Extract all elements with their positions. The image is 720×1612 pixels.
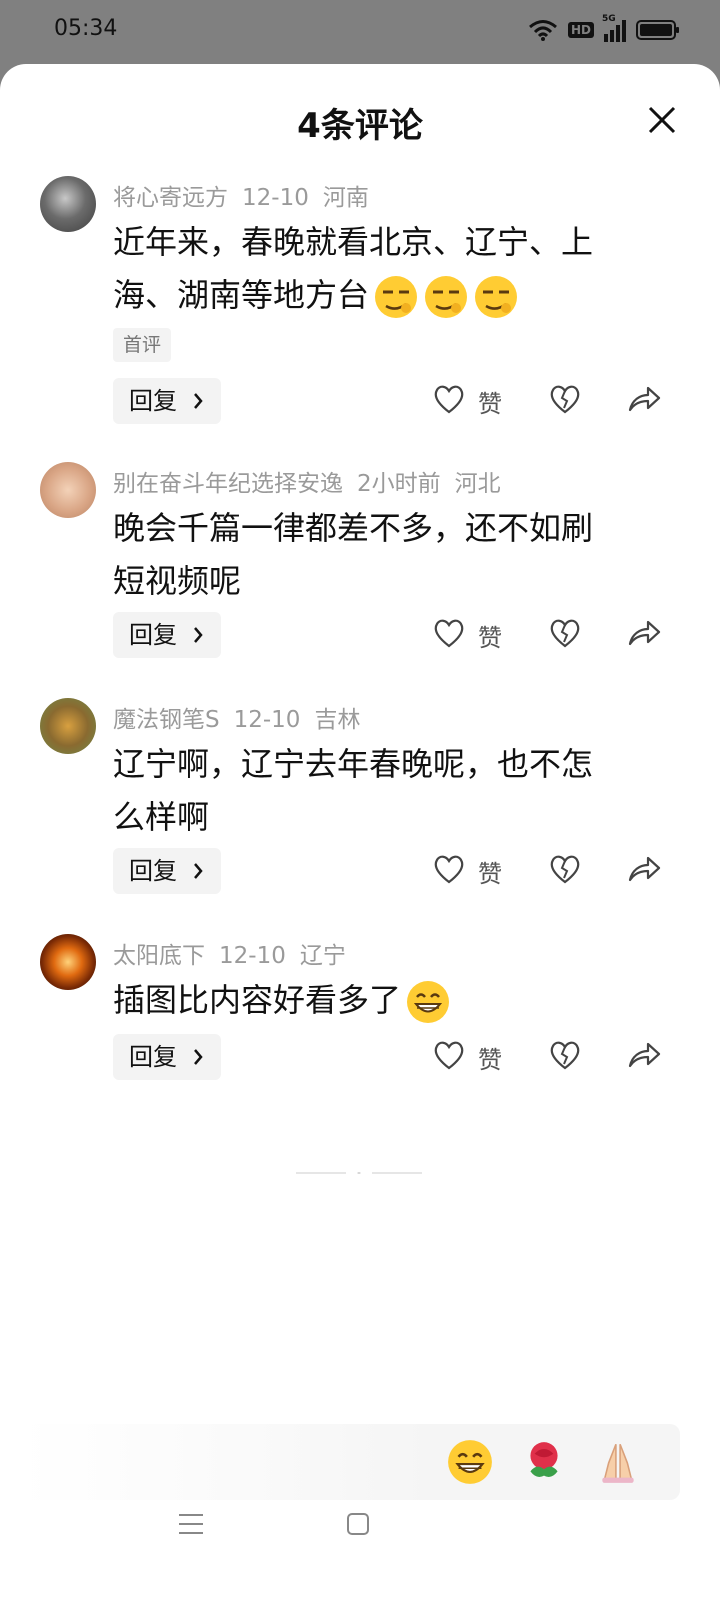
comment-location: 河北 [454, 471, 501, 497]
reply-button[interactable]: 回复 [113, 612, 221, 658]
username[interactable]: 别在奋斗年纪选择安逸 [113, 471, 343, 497]
comment-text-line: 辽宁啊，辽宁去年春晚呢，也不怎 [113, 745, 594, 783]
chevron-right-icon [194, 627, 203, 643]
heart-icon[interactable] [432, 382, 466, 416]
battery-icon [636, 20, 679, 40]
grin-emoji [407, 981, 450, 1023]
username[interactable]: 魔法钢笔S [113, 707, 220, 733]
status-time: 05:34 [54, 16, 118, 41]
comment-meta: 别在奋斗年纪选择安逸 2小时前 河北 [113, 464, 515, 498]
status-bar: 05:34 HD 5G [0, 0, 720, 64]
broken-heart-icon[interactable] [548, 382, 582, 416]
comment-location: 河南 [322, 185, 369, 211]
smirk-glasses-emoji [475, 276, 518, 318]
menu-icon[interactable] [178, 1512, 204, 1536]
share-icon[interactable] [626, 1038, 662, 1072]
pray-emoji[interactable] [594, 1438, 642, 1486]
chevron-right-icon [194, 1049, 203, 1065]
broken-heart-icon[interactable] [548, 852, 582, 886]
heart-icon[interactable] [432, 852, 466, 886]
system-nav-bar [0, 1500, 720, 1612]
broken-heart-icon[interactable] [548, 616, 582, 650]
share-icon[interactable] [626, 616, 662, 650]
comment-text-line: 短视频呢 [113, 562, 242, 600]
comment-text-line-2: 海、湖南等地方台 [113, 269, 653, 322]
reply-button[interactable]: 回复 [113, 848, 221, 894]
comment-text-line: 插图比内容好看多了 [113, 981, 402, 1019]
comment-text: 辽宁啊，辽宁去年春晚呢，也不怎 么样啊 [113, 738, 653, 844]
reply-label: 回复 [129, 621, 177, 649]
comment-date: 12-10 [233, 707, 301, 733]
network-label: 5G [602, 14, 616, 24]
close-icon[interactable] [642, 100, 682, 140]
smirk-glasses-emoji [425, 276, 468, 318]
reply-button[interactable]: 回复 [113, 378, 221, 424]
heart-icon[interactable] [432, 1038, 466, 1072]
comment-text-line: 晚会千篇一律都差不多，还不如刷 [113, 509, 594, 547]
heart-icon[interactable] [432, 616, 466, 650]
comment-date: 12-10 [242, 185, 309, 211]
like-label[interactable]: 赞 [478, 384, 502, 419]
home-icon[interactable] [346, 1512, 370, 1536]
comment-location: 吉林 [314, 707, 361, 733]
broken-heart-icon[interactable] [548, 1038, 582, 1072]
rose-emoji[interactable] [520, 1438, 568, 1486]
sheet-title: 4条评论 [297, 106, 423, 146]
avatar[interactable] [40, 176, 96, 232]
like-label[interactable]: 赞 [478, 1040, 502, 1075]
comment-text-line: 么样啊 [113, 798, 210, 836]
comment-text-line: 海、湖南等地方台 [113, 276, 370, 314]
comment-input-bar[interactable] [20, 1424, 680, 1500]
username[interactable]: 将心寄远方 [113, 185, 228, 211]
username[interactable]: 太阳底下 [113, 943, 205, 969]
reply-label: 回复 [129, 1043, 177, 1071]
share-icon[interactable] [626, 382, 662, 416]
comment-location: 辽宁 [299, 943, 346, 969]
like-label[interactable]: 赞 [478, 618, 502, 653]
comments-sheet: 4条评论 将心寄远方 12-10 河南 近年来，春晚就看北京、辽宁、上 海、湖南等地… [0, 64, 720, 1612]
comment-text: 插图比内容好看多了 [113, 974, 653, 1027]
comment-meta: 将心寄远方 12-10 河南 [113, 178, 383, 212]
avatar[interactable] [40, 934, 96, 990]
wifi-icon [529, 20, 557, 41]
avatar[interactable] [40, 698, 96, 754]
end-of-list-divider [296, 1172, 422, 1174]
grin-emoji[interactable] [446, 1438, 494, 1486]
hd-badge: HD [567, 22, 594, 38]
comment-date: 12-10 [219, 943, 286, 969]
comment-text: 近年来，春晚就看北京、辽宁、上 海、湖南等地方台 [113, 216, 653, 322]
reply-button[interactable]: 回复 [113, 1034, 221, 1080]
signal-icon: 5G [602, 14, 626, 42]
avatar[interactable] [40, 462, 96, 518]
reply-label: 回复 [129, 387, 177, 415]
comment-text: 晚会千篇一律都差不多，还不如刷 短视频呢 [113, 502, 653, 608]
chevron-right-icon [194, 863, 203, 879]
share-icon[interactable] [626, 852, 662, 886]
comment-meta: 魔法钢笔S 12-10 吉林 [113, 700, 374, 734]
chevron-right-icon [194, 393, 203, 409]
comment-text-line: 近年来，春晚就看北京、辽宁、上 [113, 223, 594, 261]
smirk-glasses-emoji [375, 276, 418, 318]
reply-label: 回复 [129, 857, 177, 885]
like-label[interactable]: 赞 [478, 854, 502, 889]
comment-date: 2小时前 [357, 471, 441, 497]
first-comment-tag: 首评 [113, 328, 172, 362]
status-icons: HD 5G [528, 14, 680, 42]
comment-meta: 太阳底下 12-10 辽宁 [113, 936, 360, 970]
